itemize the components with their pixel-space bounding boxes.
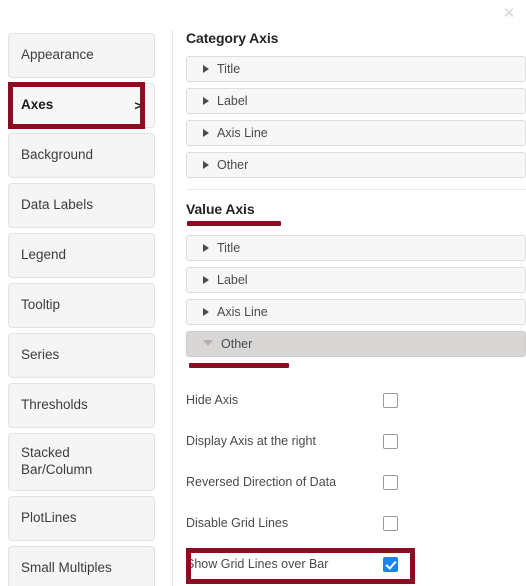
- checkbox-display-axis-at-the-right[interactable]: [383, 433, 398, 449]
- chevron-right-icon: [203, 308, 209, 316]
- sidebar-item-label: Axes: [21, 97, 54, 113]
- settings-sidebar: Appearance Axes > Background Data Labels Lege…: [0, 33, 172, 586]
- value-axis-heading: Value Axis: [186, 201, 255, 217]
- chevron-right-icon: [203, 244, 209, 252]
- checkbox-show-grid-lines-over-bar[interactable]: [383, 556, 398, 572]
- sidebar-item-label: Stacked Bar/Column: [21, 445, 93, 477]
- sidebar-item-small-multiples[interactable]: Small Multiples: [8, 546, 155, 586]
- option-row: Display Axis at the right: [186, 432, 526, 450]
- checkbox-reversed-direction-of-data[interactable]: [383, 474, 398, 490]
- sidebar-item-label: Background: [21, 147, 94, 163]
- settings-content: Category Axis Title Label Axis Line Other V…: [186, 30, 526, 586]
- category-axis-row-label[interactable]: Label: [186, 88, 526, 114]
- option-label: Display Axis at the right: [186, 434, 316, 448]
- sidebar-item-axes[interactable]: Axes >: [8, 83, 155, 128]
- sidebar-item-thresholds[interactable]: Thresholds: [8, 383, 155, 428]
- chevron-right-icon: [203, 129, 209, 137]
- accordion-row-label: Label: [217, 94, 248, 108]
- category-axis-accordion: Title Label Axis Line Other: [186, 56, 526, 178]
- category-axis-row-axis-line[interactable]: Axis Line: [186, 120, 526, 146]
- sidebar-item-label: Appearance: [21, 47, 94, 63]
- accordion-row-label: Title: [217, 62, 241, 76]
- sidebar-item-appearance[interactable]: Appearance: [8, 33, 155, 78]
- accordion-row-label: Other: [221, 337, 253, 351]
- checkbox-hide-axis[interactable]: [383, 392, 398, 408]
- accordion-row-label: Label: [217, 273, 248, 287]
- sidebar-item-label: Series: [21, 347, 60, 363]
- sidebar-item-background[interactable]: Background: [8, 133, 155, 178]
- accordion-row-label: Other: [217, 158, 249, 172]
- value-axis-accordion: Title Label Axis Line Other: [186, 235, 526, 357]
- checkbox-disable-grid-lines[interactable]: [383, 515, 398, 531]
- chevron-right-icon: [203, 161, 209, 169]
- chevron-right-icon: [203, 276, 209, 284]
- sidebar-item-label: Legend: [21, 247, 67, 263]
- option-row: Disable Grid Lines: [186, 514, 526, 532]
- chevron-right-icon: >: [134, 98, 142, 113]
- annotation-underline-value-axis: [187, 221, 281, 226]
- sidebar-item-label: Thresholds: [21, 397, 88, 413]
- option-label: Reversed Direction of Data: [186, 475, 337, 489]
- sidebar-item-series[interactable]: Series: [8, 333, 155, 378]
- category-axis-row-title[interactable]: Title: [186, 56, 526, 82]
- value-axis-row-other[interactable]: Other: [186, 331, 526, 357]
- sidebar-item-label: PlotLines: [21, 510, 77, 526]
- sidebar-item-stacked-bar-column[interactable]: Stacked Bar/Column: [8, 433, 155, 491]
- chevron-right-icon: [203, 65, 209, 73]
- chevron-down-icon: [203, 340, 213, 346]
- option-row: Reversed Direction of Data: [186, 473, 526, 491]
- sidebar-divider: [172, 30, 173, 586]
- category-axis-row-other[interactable]: Other: [186, 152, 526, 178]
- option-row: Show Grid Lines over Bar: [186, 555, 526, 573]
- option-row: Hide Axis: [186, 391, 526, 409]
- sidebar-item-data-labels[interactable]: Data Labels: [8, 183, 155, 228]
- accordion-row-label: Axis Line: [217, 126, 268, 140]
- accordion-row-label: Title: [217, 241, 241, 255]
- option-label: Hide Axis: [186, 393, 239, 407]
- sidebar-item-label: Data Labels: [21, 197, 94, 213]
- sidebar-item-plotlines[interactable]: PlotLines: [8, 496, 155, 541]
- value-axis-row-axis-line[interactable]: Axis Line: [186, 299, 526, 325]
- sidebar-item-tooltip[interactable]: Tooltip: [8, 283, 155, 328]
- value-axis-row-title[interactable]: Title: [186, 235, 526, 261]
- option-label: Disable Grid Lines: [186, 516, 289, 530]
- annotation-underline-other: [189, 363, 289, 368]
- accordion-row-label: Axis Line: [217, 305, 268, 319]
- sidebar-item-label: Tooltip: [21, 297, 61, 313]
- option-label: Show Grid Lines over Bar: [186, 557, 329, 571]
- chevron-right-icon: [203, 97, 209, 105]
- category-axis-heading: Category Axis: [186, 30, 279, 46]
- value-axis-options: Hide Axis Display Axis at the right Revers…: [186, 391, 526, 573]
- value-axis-row-label[interactable]: Label: [186, 267, 526, 293]
- chart-settings-panel: ✕ Appearance Axes > Background Data Labels Le…: [0, 0, 526, 586]
- close-icon[interactable]: ✕: [498, 2, 520, 24]
- sidebar-item-label: Small Multiples: [21, 560, 112, 576]
- section-divider: [186, 189, 526, 190]
- sidebar-item-legend[interactable]: Legend: [8, 233, 155, 278]
